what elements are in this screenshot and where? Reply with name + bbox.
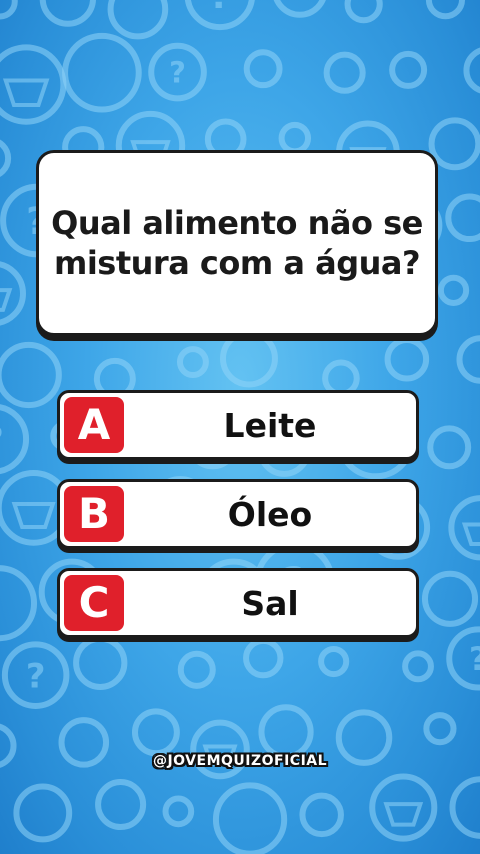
background-ring-icon — [0, 261, 26, 326]
question-line-2: mistura com a água? — [53, 244, 421, 282]
background-ring-icon — [273, 0, 326, 18]
background-ring-icon — [437, 274, 470, 306]
background-ring-icon — [212, 782, 288, 854]
background-ring-icon — [258, 704, 314, 760]
answer-option-a[interactable]: A Leite — [57, 390, 419, 460]
background-ring-icon — [423, 712, 457, 746]
background-ring-icon — [0, 565, 38, 642]
background-ring-icon — [389, 50, 428, 89]
background-ring-icon — [456, 335, 480, 384]
background-ring-icon — [427, 425, 472, 470]
question-mark-icon: ? — [169, 56, 186, 90]
question-mark-icon: ? — [0, 420, 4, 461]
channel-handle: @JOVEMQUIZOFICIAL — [152, 753, 328, 769]
popcorn-icon — [11, 502, 56, 530]
background-ring-icon — [425, 0, 466, 20]
background-ring-icon — [177, 650, 216, 689]
background-ring-icon — [1, 641, 70, 709]
answer-label: Óleo — [227, 494, 313, 534]
question-card: Qual alimento não se mistura com a água? — [36, 150, 438, 336]
question-mark-icon: ? — [469, 640, 480, 678]
question-line-1: Qual alimento não se — [51, 204, 423, 242]
question-mark-icon: ? — [210, 0, 231, 17]
popcorn-icon — [461, 522, 480, 547]
background-ring-icon — [318, 645, 350, 678]
background-ring-icon — [107, 0, 169, 40]
background-ring-icon — [446, 626, 480, 691]
background-ring-icon — [39, 0, 96, 27]
background-ring-icon — [449, 776, 480, 839]
popcorn-icon — [383, 802, 424, 827]
quiz-screen: { "question": { "line1": "Qual alimento … — [0, 0, 480, 854]
background-ring-icon — [299, 792, 344, 838]
answer-letter-badge: C — [64, 575, 124, 631]
background-ring-icon — [344, 0, 383, 24]
background-ring-icon — [13, 783, 73, 843]
background-ring-icon — [219, 329, 278, 388]
background-ring-icon — [148, 42, 207, 102]
answer-letter-badge: B — [64, 486, 124, 542]
background-ring-icon — [243, 637, 284, 679]
background-ring-icon — [428, 117, 480, 171]
background-ring-icon — [402, 650, 434, 683]
question-mark-icon: ? — [26, 656, 46, 695]
background-ring-icon — [278, 121, 312, 155]
background-ring-icon — [162, 795, 195, 828]
answer-option-c[interactable]: C Sal — [57, 568, 419, 638]
background-ring-icon — [0, 44, 67, 125]
background-ring-icon — [323, 51, 366, 94]
background-ring-icon — [184, 0, 255, 31]
answer-option-b[interactable]: B Óleo — [57, 479, 419, 549]
background-ring-icon — [95, 778, 147, 831]
background-ring-icon — [448, 495, 480, 561]
question-text: Qual alimento não se mistura com a água? — [47, 203, 427, 283]
popcorn-icon — [2, 78, 50, 108]
background-ring-icon — [421, 570, 479, 627]
background-ring-icon — [463, 47, 480, 94]
background-ring-icon — [131, 708, 180, 757]
popcorn-icon — [0, 288, 13, 312]
background-ring-icon — [384, 336, 430, 382]
background-ring-icon — [176, 346, 209, 379]
background-ring-icon — [73, 635, 128, 690]
background-ring-icon — [445, 193, 480, 243]
answer-label: Leite — [223, 405, 317, 445]
background-ring-icon — [0, 0, 18, 20]
answer-letter-badge: A — [64, 397, 124, 453]
background-ring-icon — [243, 49, 283, 89]
background-ring-icon — [0, 139, 12, 177]
answer-label: Sal — [241, 583, 299, 623]
background-ring-icon — [0, 341, 62, 409]
background-ring-icon — [369, 773, 438, 842]
background-ring-icon — [62, 32, 142, 113]
background-ring-icon — [0, 404, 30, 475]
